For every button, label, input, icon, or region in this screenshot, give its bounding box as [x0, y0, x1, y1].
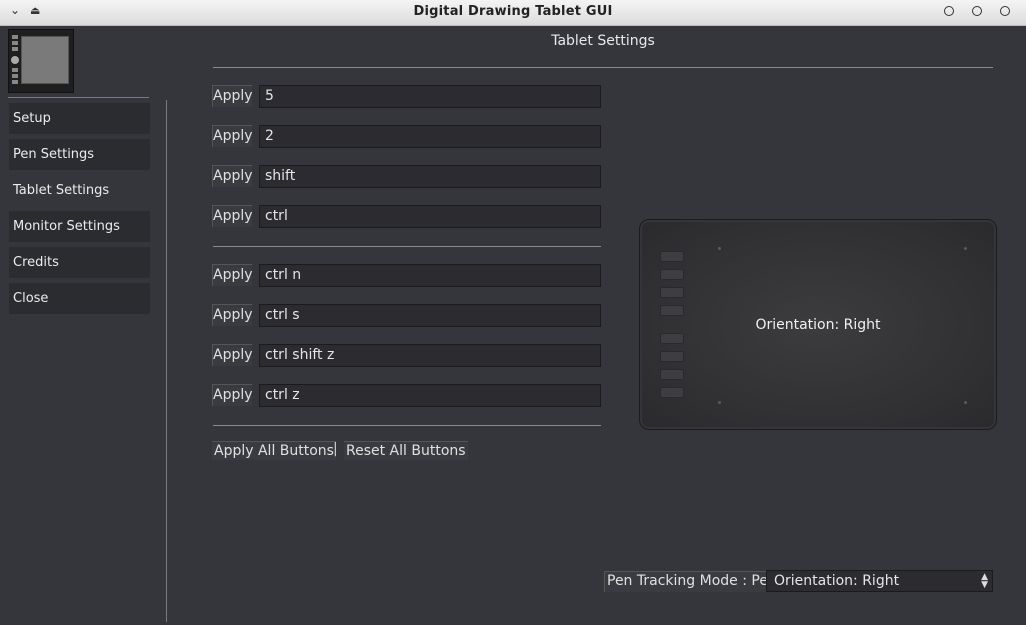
- tablet-button-6-field[interactable]: ctrl s: [259, 304, 601, 327]
- orientation-select[interactable]: Orientation: Right ▲ ▼: [766, 570, 993, 592]
- header-divider: [213, 67, 993, 68]
- action-separator: |: [333, 441, 338, 457]
- apply-button-8[interactable]: Apply: [212, 384, 253, 406]
- sidebar-item-tablet-settings[interactable]: Tablet Settings: [9, 175, 150, 206]
- tablet-button-1-field[interactable]: 5: [259, 85, 601, 108]
- window-title: Digital Drawing Tablet GUI: [413, 4, 613, 19]
- apply-button-4[interactable]: Apply: [212, 205, 253, 227]
- maximize-circle-icon[interactable]: [972, 6, 982, 16]
- tablet-logo: [8, 29, 74, 93]
- sidebar-item-credits[interactable]: Credits: [9, 247, 150, 278]
- tablet-button-5-field[interactable]: ctrl n: [259, 264, 601, 287]
- sidebar-item-pen-settings[interactable]: Pen Settings: [9, 139, 150, 170]
- pen-tracking-mode-button[interactable]: Pen Tracking Mode : Pen: [604, 571, 779, 592]
- sidebar-vertical-divider: [166, 100, 167, 622]
- sidebar-item-setup[interactable]: Setup: [9, 103, 150, 134]
- apply-all-buttons-button[interactable]: Apply All Buttons: [212, 441, 336, 460]
- apply-button-3[interactable]: Apply: [212, 165, 253, 187]
- tablet-preview: Orientation: Right: [639, 219, 997, 430]
- apply-button-2[interactable]: Apply: [212, 125, 253, 147]
- orientation-select-value: Orientation: Right: [774, 573, 900, 589]
- tablet-button-3-field[interactable]: shift: [259, 165, 601, 188]
- tablet-button-2-field[interactable]: 2: [259, 125, 601, 148]
- apply-button-5[interactable]: Apply: [212, 264, 253, 286]
- group-divider: [213, 246, 601, 247]
- apply-button-6[interactable]: Apply: [212, 304, 253, 326]
- sidebar-item-close[interactable]: Close: [9, 283, 150, 314]
- tablet-button-7-field[interactable]: ctrl shift z: [259, 344, 601, 367]
- updown-arrow-icon: ▲ ▼: [981, 572, 988, 590]
- reset-all-buttons-button[interactable]: Reset All Buttons: [344, 441, 468, 460]
- tablet-button-4-field[interactable]: ctrl: [259, 205, 601, 228]
- page-title: Tablet Settings: [551, 33, 655, 49]
- apply-button-7[interactable]: Apply: [212, 344, 253, 366]
- sidebar-item-monitor-settings[interactable]: Monitor Settings: [9, 211, 150, 242]
- tablet-orientation-label: Orientation: Right: [755, 317, 881, 333]
- minimize-circle-icon[interactable]: [944, 6, 954, 16]
- apply-button-1[interactable]: Apply: [212, 85, 253, 107]
- close-circle-icon[interactable]: [1000, 6, 1010, 16]
- sidebar-divider: [8, 97, 149, 98]
- actions-divider: [213, 425, 601, 426]
- tablet-button-8-field[interactable]: ctrl z: [259, 384, 601, 407]
- window-titlebar: ⌄ ⏏ Digital Drawing Tablet GUI: [0, 0, 1026, 26]
